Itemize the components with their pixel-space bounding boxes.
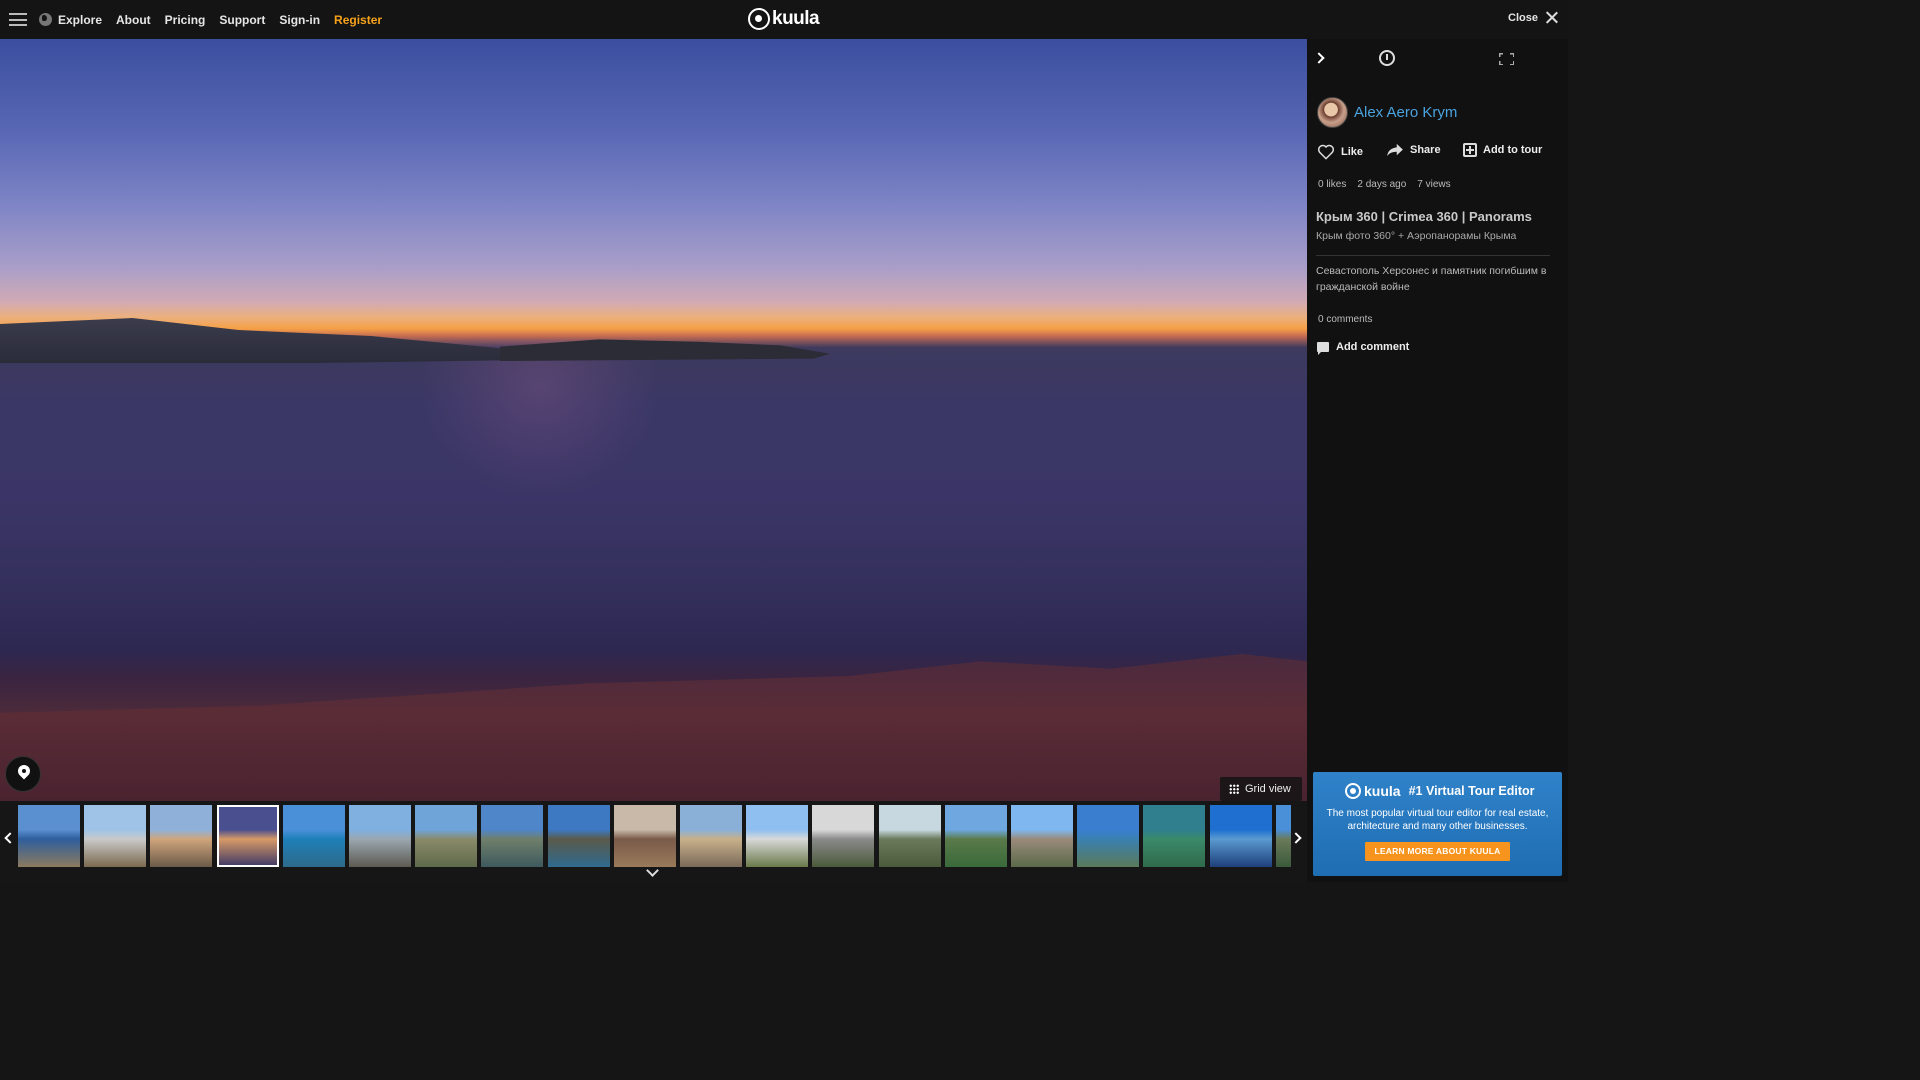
kuula-logo[interactable]: kuula <box>748 8 820 30</box>
divider <box>1316 255 1550 256</box>
album-title[interactable]: Крым 360 | Crimea 360 | Panorams <box>1316 209 1532 224</box>
globe-icon <box>39 13 52 26</box>
thumbnail-item[interactable] <box>878 805 941 867</box>
close-icon <box>1545 11 1558 24</box>
promo-text: The most popular virtual tour editor for… <box>1326 808 1549 832</box>
strip-next-button[interactable] <box>1290 831 1302 845</box>
album-subtitle: Крым фото 360° + Аэропанорамы Крыма <box>1316 230 1517 242</box>
post-date: 2 days ago <box>1357 179 1407 190</box>
add-to-tour-button[interactable]: Add to tour <box>1463 143 1542 157</box>
promo-heading: kuula #1 Virtual Tour Editor <box>1345 783 1535 799</box>
action-bar: Like Share Add to tour <box>1317 143 1557 163</box>
thumbnail-item[interactable] <box>613 805 676 867</box>
thumbnail-item[interactable] <box>1275 805 1291 867</box>
stats-row: 0 likes 2 days ago 7 views <box>1318 179 1451 190</box>
comments-count: 0 comments <box>1318 314 1373 325</box>
nav-support[interactable]: Support <box>219 13 265 27</box>
thumbnail-item[interactable] <box>349 805 411 867</box>
grid-icon <box>1229 784 1239 794</box>
views-count: 7 views <box>1417 179 1451 190</box>
grid-view-button[interactable]: Grid view <box>1220 777 1302 801</box>
heart-icon <box>1317 144 1335 160</box>
add-comment-button[interactable]: Add comment <box>1317 341 1410 355</box>
compass-icon[interactable] <box>1379 50 1395 66</box>
thumbnail-item[interactable] <box>1209 805 1272 867</box>
chevron-right-icon <box>1290 832 1302 844</box>
author-link[interactable]: Alex Aero Krym <box>1317 97 1457 128</box>
thumbnail-item[interactable] <box>150 805 213 867</box>
author-name[interactable]: Alex Aero Krym <box>1354 104 1457 121</box>
logo-ring-icon <box>748 8 770 30</box>
thumbnail-item[interactable] <box>1011 805 1073 867</box>
top-bar: Explore About Pricing Support Sign-in Re… <box>0 0 1568 39</box>
thumbnail-item[interactable] <box>812 805 875 867</box>
thumbnail-item[interactable] <box>84 805 147 867</box>
nav-about[interactable]: About <box>116 13 151 27</box>
comment-icon <box>1317 342 1329 355</box>
info-sidebar: Alex Aero Krym Like Share Add to tour 0 … <box>1307 39 1568 882</box>
share-label: Share <box>1410 144 1441 156</box>
add-to-tour-icon <box>1463 143 1477 157</box>
add-comment-label: Add comment <box>1336 341 1410 353</box>
map-pin-icon[interactable] <box>5 756 41 792</box>
share-icon <box>1387 143 1403 157</box>
fullscreen-icon[interactable] <box>1499 53 1514 65</box>
nav-explore[interactable]: Explore <box>58 13 102 27</box>
grid-view-label: Grid view <box>1245 783 1291 795</box>
strip-prev-button[interactable] <box>3 831 16 845</box>
nav-sign-in[interactable]: Sign-in <box>279 13 320 27</box>
post-description: Севастополь Херсонес и памятник погибшим… <box>1316 265 1547 293</box>
avatar[interactable] <box>1317 97 1348 128</box>
collapse-sidebar-icon[interactable] <box>1313 52 1325 64</box>
water-reflection <box>420 339 660 499</box>
promo-banner[interactable]: kuula #1 Virtual Tour Editor The most po… <box>1313 772 1562 876</box>
thumbnail-item[interactable] <box>746 805 809 867</box>
add-to-tour-label: Add to tour <box>1483 144 1543 156</box>
hamburger-menu-icon[interactable] <box>9 13 27 26</box>
like-label: Like <box>1341 145 1364 158</box>
promo-tagline: #1 Virtual Tour Editor <box>1408 784 1535 798</box>
thumbnail-item[interactable] <box>547 805 610 867</box>
likes-count: 0 likes <box>1318 179 1347 190</box>
main-nav: Explore About Pricing Support Sign-in Re… <box>58 0 382 39</box>
thumbnail-item[interactable] <box>415 805 478 867</box>
promo-logo-icon <box>1345 783 1361 799</box>
close-label: Close <box>1508 11 1538 24</box>
like-button[interactable]: Like <box>1317 143 1363 160</box>
thumbnail-item[interactable] <box>282 805 345 867</box>
thumbnail-item[interactable] <box>18 805 80 867</box>
thumbnail-item[interactable] <box>1143 805 1206 867</box>
learn-more-button[interactable]: LEARN MORE ABOUT KUULA <box>1365 842 1510 861</box>
chevron-left-icon <box>4 832 16 844</box>
nav-register[interactable]: Register <box>334 13 382 27</box>
panorama-viewer[interactable]: Grid view <box>0 39 1307 801</box>
promo-logo-text: kuula <box>1364 783 1401 799</box>
foreground-rocks <box>0 654 1307 801</box>
share-button[interactable]: Share <box>1386 143 1441 157</box>
thumbnail-list <box>18 805 1291 867</box>
logo-text: kuula <box>772 8 820 29</box>
thumbnail-item[interactable] <box>1077 805 1140 867</box>
close-button[interactable]: Close <box>1508 11 1558 24</box>
nav-pricing[interactable]: Pricing <box>165 13 206 27</box>
thumbnail-item[interactable] <box>680 805 742 867</box>
thumbnail-item[interactable] <box>481 805 544 867</box>
thumbnail-item[interactable] <box>216 805 279 867</box>
thumbnail-item[interactable] <box>944 805 1007 867</box>
